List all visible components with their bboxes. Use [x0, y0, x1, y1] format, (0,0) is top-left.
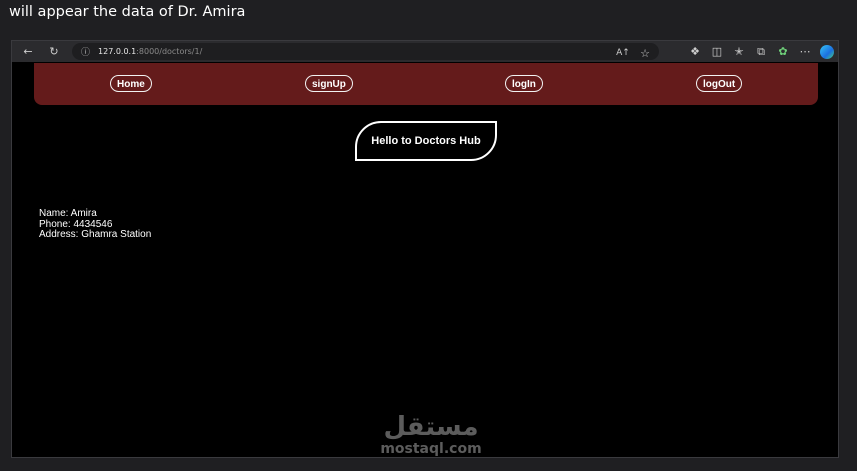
watermark-arabic: مستقل [383, 412, 479, 442]
info-icon[interactable]: ⓘ [81, 45, 90, 58]
screenshot-caption: will appear the data of Dr. Amira [9, 4, 246, 20]
navbar: Home signUp logIn logOut [34, 63, 818, 105]
performance-icon[interactable]: ✿ [772, 41, 794, 62]
browser-tools: ❖ ◫ ✭ ⧉ ✿ ⋯ [684, 41, 838, 62]
page-title: Hello to Doctors Hub [355, 121, 497, 161]
doctor-address: Address: Ghamra Station [39, 229, 152, 240]
star-icon[interactable]: ☆ [637, 43, 653, 64]
browser-toolbar: ← ↻ ⓘ 127.0.0.1 :8000/doctors/1/ A↑ ☆ ❖ … [12, 41, 838, 62]
back-arrow-icon[interactable]: ← [20, 41, 36, 62]
nav-logout-link[interactable]: logOut [696, 75, 743, 92]
more-icon[interactable]: ⋯ [794, 41, 816, 62]
nav-home-link[interactable]: Home [110, 75, 152, 92]
read-aloud-icon[interactable]: A↑ [615, 43, 631, 64]
url-path: :8000/doctors/1/ [136, 47, 203, 56]
nav-login-link[interactable]: logIn [505, 75, 543, 92]
copilot-icon[interactable] [820, 44, 834, 59]
nav-signup-link[interactable]: signUp [305, 75, 353, 92]
url-host: 127.0.0.1 [98, 47, 137, 56]
address-bar[interactable]: ⓘ 127.0.0.1 :8000/doctors/1/ A↑ ☆ [72, 43, 659, 60]
split-screen-icon[interactable]: ◫ [706, 41, 728, 62]
puzzle-icon[interactable]: ❖ [684, 41, 706, 62]
web-page: Home signUp logIn logOut Hello to Doctor… [12, 62, 838, 457]
favorites-icon[interactable]: ✭ [728, 41, 750, 62]
refresh-icon[interactable]: ↻ [46, 41, 62, 62]
doctor-details: Name: Amira Phone: 4434546 Address: Gham… [39, 208, 152, 241]
collections-icon[interactable]: ⧉ [750, 41, 772, 62]
browser-window: ← ↻ ⓘ 127.0.0.1 :8000/doctors/1/ A↑ ☆ ❖ … [11, 40, 839, 458]
mostaql-watermark: مستقل mostaql.com [377, 413, 485, 457]
doctor-name: Name: Amira [39, 208, 97, 219]
watermark-latin: mostaql.com [380, 441, 482, 457]
